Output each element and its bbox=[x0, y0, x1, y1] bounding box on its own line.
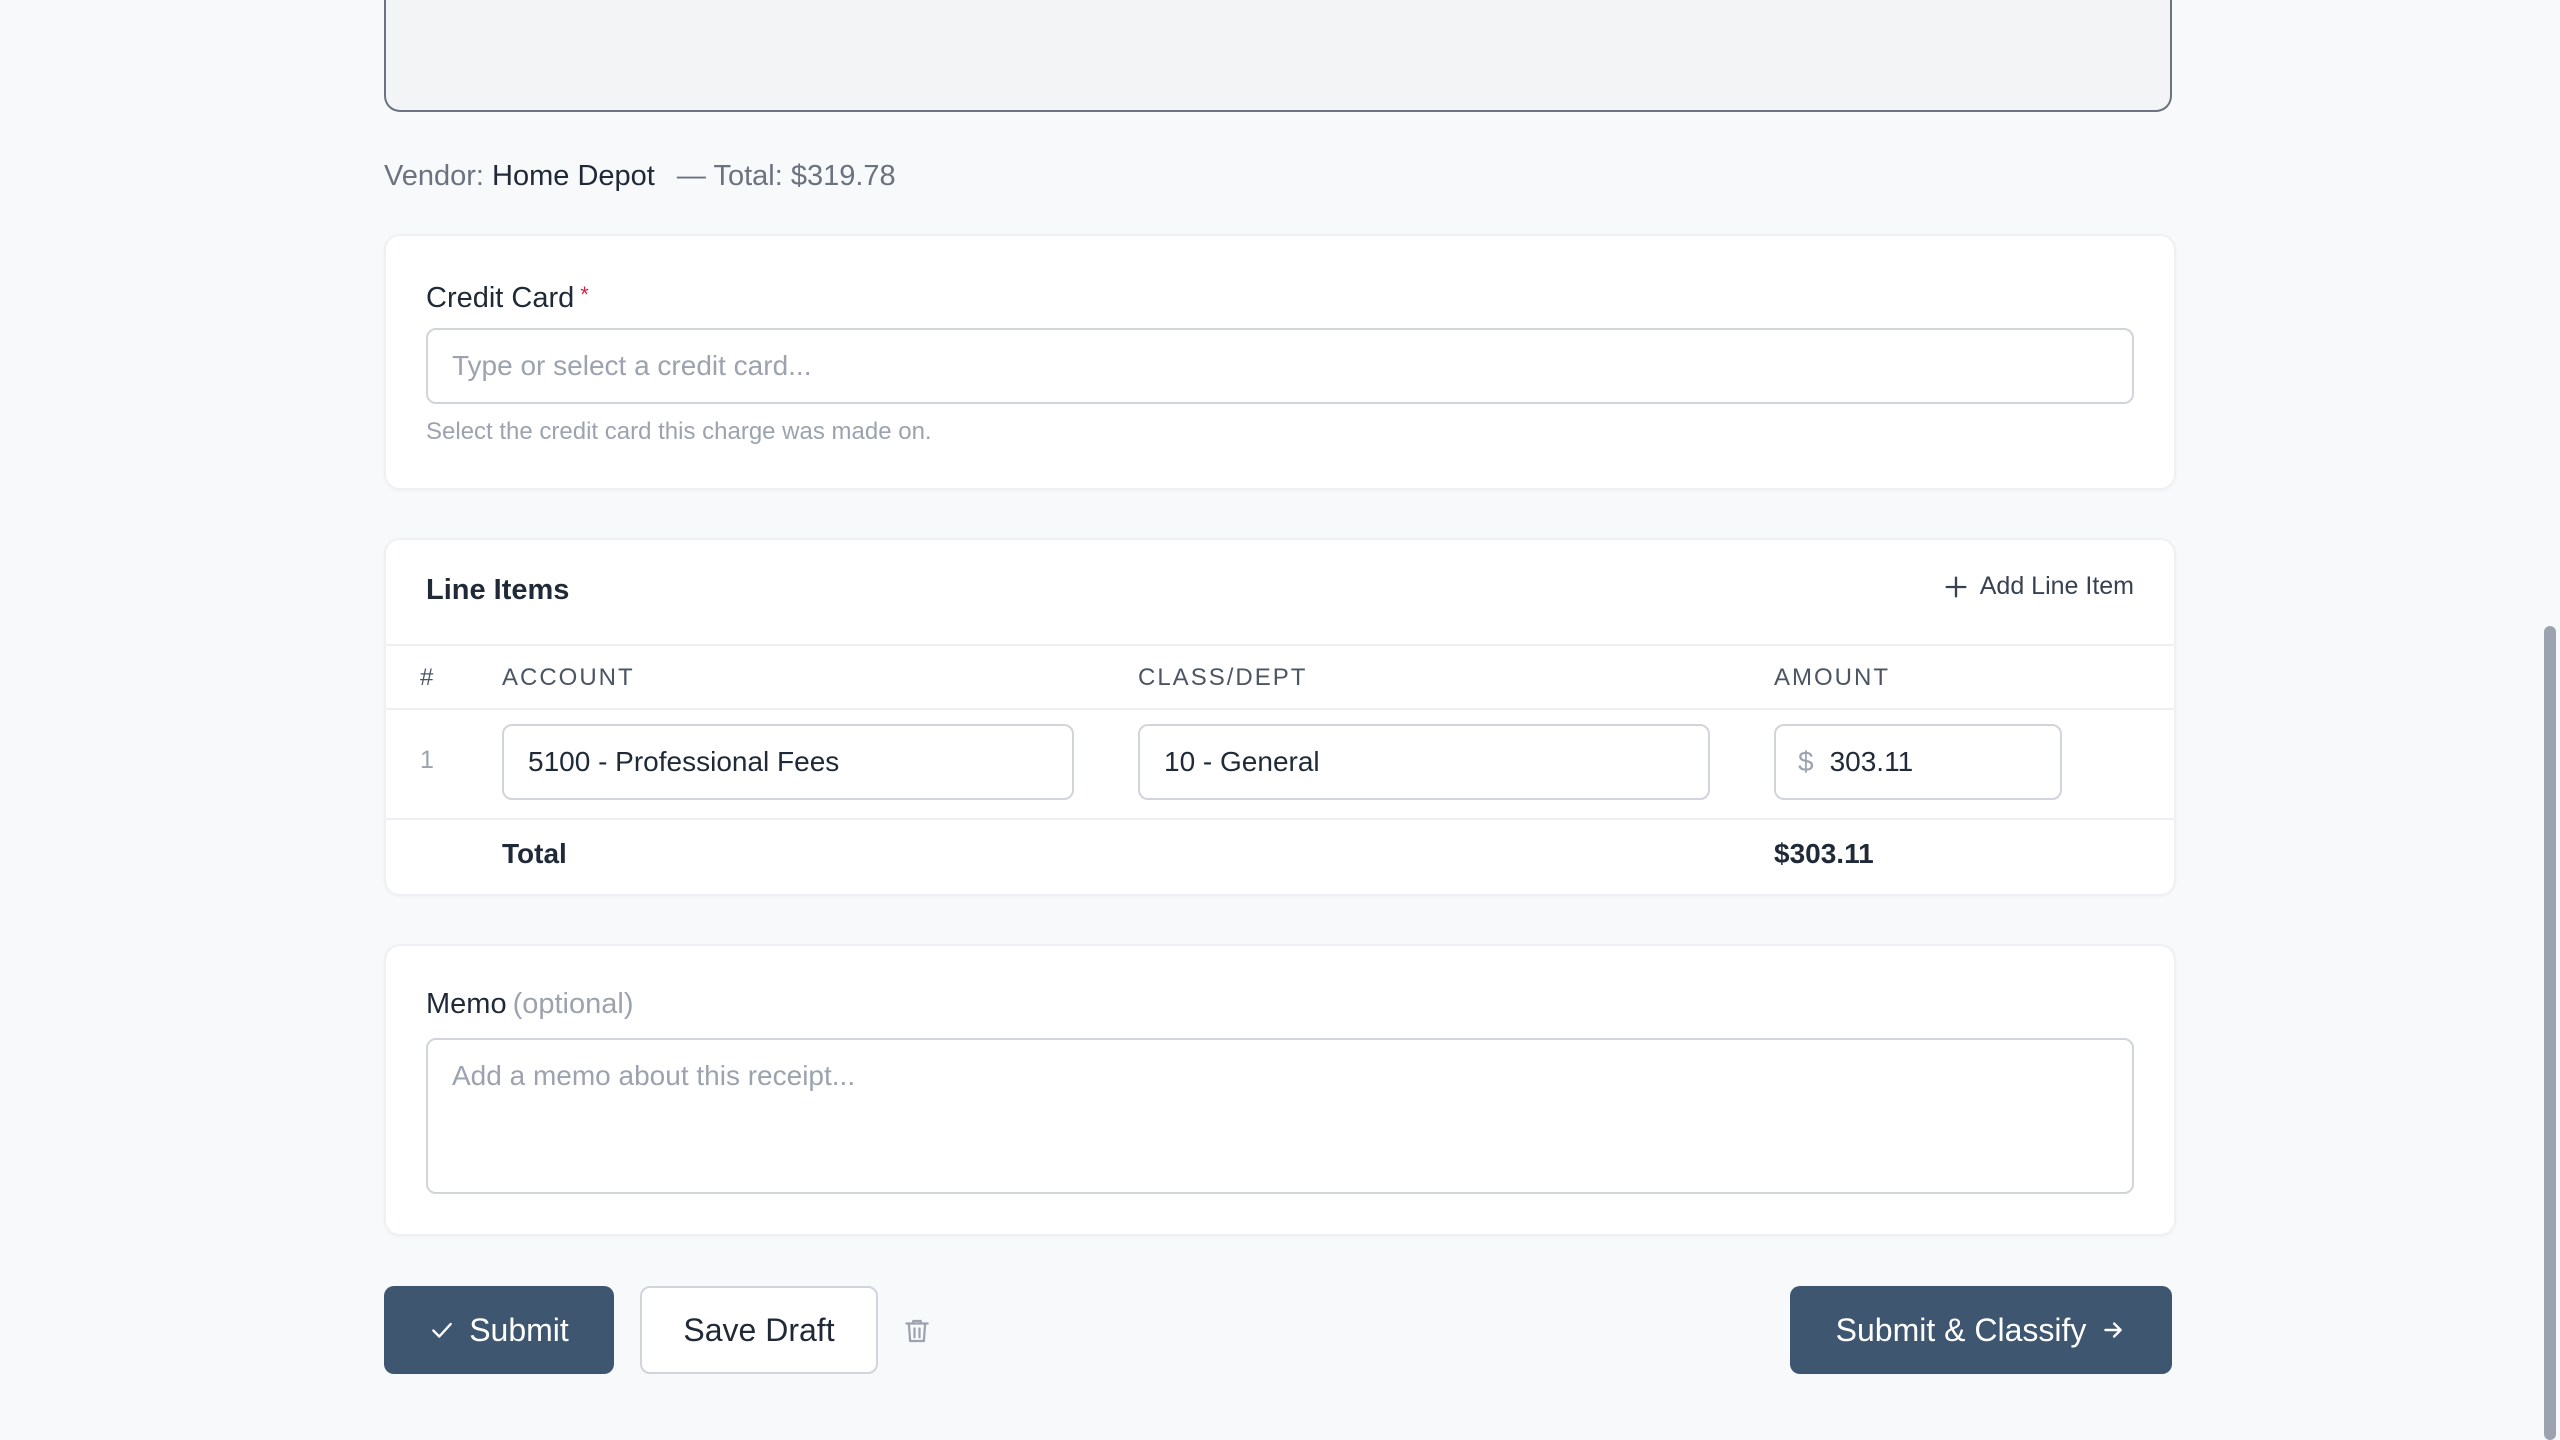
save-draft-label: Save Draft bbox=[683, 1311, 835, 1348]
plus-icon bbox=[1945, 576, 1967, 597]
line-items-title: Line Items bbox=[426, 574, 570, 606]
submit-and-classify-label: Submit & Classify bbox=[1835, 1311, 2087, 1348]
memo-textarea[interactable] bbox=[426, 1038, 2134, 1194]
vendor-name: Home Depot bbox=[492, 160, 655, 192]
account-value: 5100 - Professional Fees bbox=[528, 746, 840, 777]
currency-symbol: $ bbox=[1798, 746, 1814, 777]
receipt-total: — Total: $319.78 bbox=[676, 160, 896, 192]
submit-button[interactable]: Submit bbox=[384, 1286, 614, 1374]
account-select[interactable]: 5100 - Professional Fees bbox=[502, 724, 1074, 800]
scrollbar[interactable] bbox=[2540, 0, 2560, 1440]
credit-card-label-text: Credit Card bbox=[426, 282, 575, 314]
credit-card-label: Credit Card * bbox=[426, 282, 589, 315]
column-header-class: Class/Dept bbox=[1138, 664, 1308, 691]
save-draft-button[interactable]: Save Draft bbox=[640, 1286, 878, 1374]
add-line-item-button[interactable]: Add Line Item bbox=[1942, 572, 2134, 601]
amount-value: 303.11 bbox=[1829, 746, 1914, 777]
scrollbar-thumb[interactable] bbox=[2544, 626, 2556, 1440]
add-line-item-label: Add Line Item bbox=[1979, 572, 2134, 600]
line-items-total-row: Total $303.11 bbox=[386, 818, 2174, 896]
trash-icon[interactable] bbox=[902, 1316, 932, 1346]
row-number: 1 bbox=[420, 746, 434, 774]
total-value: $303.11 bbox=[1774, 838, 1874, 869]
column-header-number: # bbox=[420, 664, 436, 691]
column-header-amount: Amount bbox=[1774, 664, 1890, 691]
memo-label-text: Memo bbox=[426, 988, 507, 1020]
vendor-label: Vendor: bbox=[384, 160, 484, 192]
line-items-section: Line Items Add Line Item # Account Class… bbox=[384, 538, 2176, 896]
line-items-header: Line Items Add Line Item bbox=[386, 540, 2174, 646]
amount-input[interactable]: $ 303.11 bbox=[1774, 724, 2062, 800]
credit-card-help: Select the credit card this charge was m… bbox=[426, 418, 932, 445]
submit-and-classify-button[interactable]: Submit & Classify bbox=[1790, 1286, 2172, 1374]
memo-section: Memo (optional) bbox=[384, 944, 2176, 1236]
total-label: Total bbox=[502, 838, 567, 869]
memo-optional-hint: (optional) bbox=[512, 988, 634, 1020]
class-dept-value: 10 - General bbox=[1164, 746, 1320, 777]
credit-card-input[interactable] bbox=[426, 328, 2134, 404]
vendor-summary: Vendor: Home Depot — Total: $319.78 bbox=[384, 160, 896, 193]
line-items-column-headers: # Account Class/Dept Amount bbox=[386, 644, 2174, 710]
arrow-right-icon bbox=[2104, 1322, 2123, 1338]
check-icon bbox=[432, 1322, 453, 1338]
receipt-preview bbox=[384, 0, 2172, 112]
class-dept-select[interactable]: 10 - General bbox=[1138, 724, 1710, 800]
credit-card-section: Credit Card* Select the credit card this… bbox=[384, 234, 2176, 490]
page: Vendor: Home Depot — Total: $319.78 Cred… bbox=[0, 0, 2560, 1440]
submit-label: Submit bbox=[469, 1311, 569, 1348]
required-mark: * bbox=[580, 282, 589, 307]
memo-label: Memo (optional) bbox=[426, 988, 633, 1021]
table-row: 1 5100 - Professional Fees 10 - General … bbox=[386, 708, 2174, 820]
column-header-account: Account bbox=[502, 664, 635, 691]
